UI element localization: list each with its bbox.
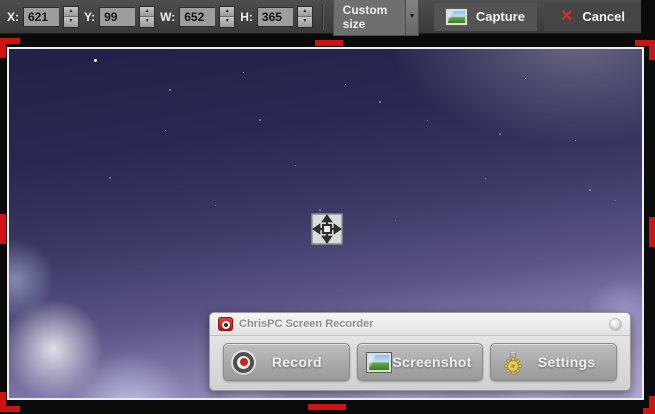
- toolbar-separator: [322, 4, 324, 30]
- recorder-window: ChrisPC Screen Recorder Record Screensho…: [209, 312, 631, 391]
- selection-handle-bottom[interactable]: [308, 404, 346, 410]
- record-button[interactable]: Record: [223, 343, 350, 381]
- cancel-button-label: Cancel: [582, 9, 625, 24]
- window-title: ChrisPC Screen Recorder: [239, 318, 374, 330]
- capture-region[interactable]: ChrisPC Screen Recorder Record Screensho…: [7, 47, 644, 400]
- x-field-group: X: ▲ ▼: [7, 6, 79, 28]
- capture-button[interactable]: Capture: [434, 3, 537, 31]
- x-input[interactable]: [23, 7, 59, 27]
- capture-image-icon: [446, 9, 467, 25]
- width-spinner-up-icon[interactable]: ▲: [220, 7, 234, 17]
- width-field-group: W: ▲ ▼: [160, 6, 235, 28]
- move-cursor-icon[interactable]: [311, 213, 343, 245]
- selection-corner-bottom-right[interactable]: [643, 396, 655, 414]
- y-input[interactable]: [99, 7, 135, 27]
- height-field-group: H: ▲ ▼: [240, 6, 313, 28]
- settings-button-label: Settings: [526, 354, 607, 370]
- y-spinner: ▲ ▼: [139, 6, 155, 28]
- record-icon: [233, 352, 254, 373]
- starfield: [169, 89, 171, 91]
- width-spinner: ▲ ▼: [219, 6, 235, 28]
- y-spinner-down-icon[interactable]: ▼: [140, 16, 154, 27]
- y-field-group: Y: ▲ ▼: [84, 6, 155, 28]
- selection-handle-top[interactable]: [315, 40, 343, 46]
- screenshot-icon: [367, 353, 391, 372]
- recorder-button-row: Record Screenshot: [210, 336, 630, 381]
- height-spinner: ▲ ▼: [297, 6, 313, 28]
- width-label: W:: [160, 10, 175, 24]
- x-spinner: ▲ ▼: [63, 6, 79, 28]
- height-label: H:: [240, 10, 253, 24]
- x-spinner-down-icon[interactable]: ▼: [64, 16, 78, 27]
- size-preset-dropdown[interactable]: Custom size ▼: [333, 0, 419, 36]
- width-spinner-down-icon[interactable]: ▼: [220, 16, 234, 27]
- cancel-x-icon: ✕: [560, 9, 573, 25]
- screenshot-button-label: Screenshot: [391, 354, 474, 370]
- selection-handle-right[interactable]: [649, 217, 655, 247]
- size-preset-value: Custom size: [333, 0, 407, 36]
- x-label: X:: [7, 10, 19, 24]
- height-spinner-up-icon[interactable]: ▲: [298, 7, 312, 17]
- x-spinner-up-icon[interactable]: ▲: [64, 7, 78, 17]
- chevron-down-icon: ▼: [406, 0, 418, 36]
- cancel-button[interactable]: ✕ Cancel: [544, 3, 641, 31]
- screenshot-button[interactable]: Screenshot: [357, 343, 484, 381]
- width-input[interactable]: [179, 7, 215, 27]
- starfield: [94, 59, 97, 62]
- selection-corner-top-left[interactable]: [0, 38, 20, 58]
- selection-handle-left[interactable]: [0, 214, 6, 244]
- record-button-label: Record: [254, 354, 340, 370]
- y-spinner-up-icon[interactable]: ▲: [140, 7, 154, 17]
- selection-corner-bottom-left[interactable]: [0, 392, 20, 412]
- height-input[interactable]: [257, 7, 293, 27]
- settings-gear-icon: [500, 349, 526, 376]
- capture-toolbar: X: ▲ ▼ Y: ▲ ▼ W: ▲ ▼ H: ▲ ▼ Custom size: [0, 0, 641, 34]
- close-icon[interactable]: [609, 318, 622, 331]
- recorder-titlebar[interactable]: ChrisPC Screen Recorder: [210, 313, 630, 336]
- selection-corner-top-right[interactable]: [635, 40, 655, 60]
- height-spinner-down-icon[interactable]: ▼: [298, 16, 312, 27]
- app-camera-icon: [218, 317, 233, 331]
- y-label: Y:: [84, 10, 95, 24]
- settings-button[interactable]: Settings: [490, 343, 617, 381]
- capture-button-label: Capture: [476, 9, 525, 24]
